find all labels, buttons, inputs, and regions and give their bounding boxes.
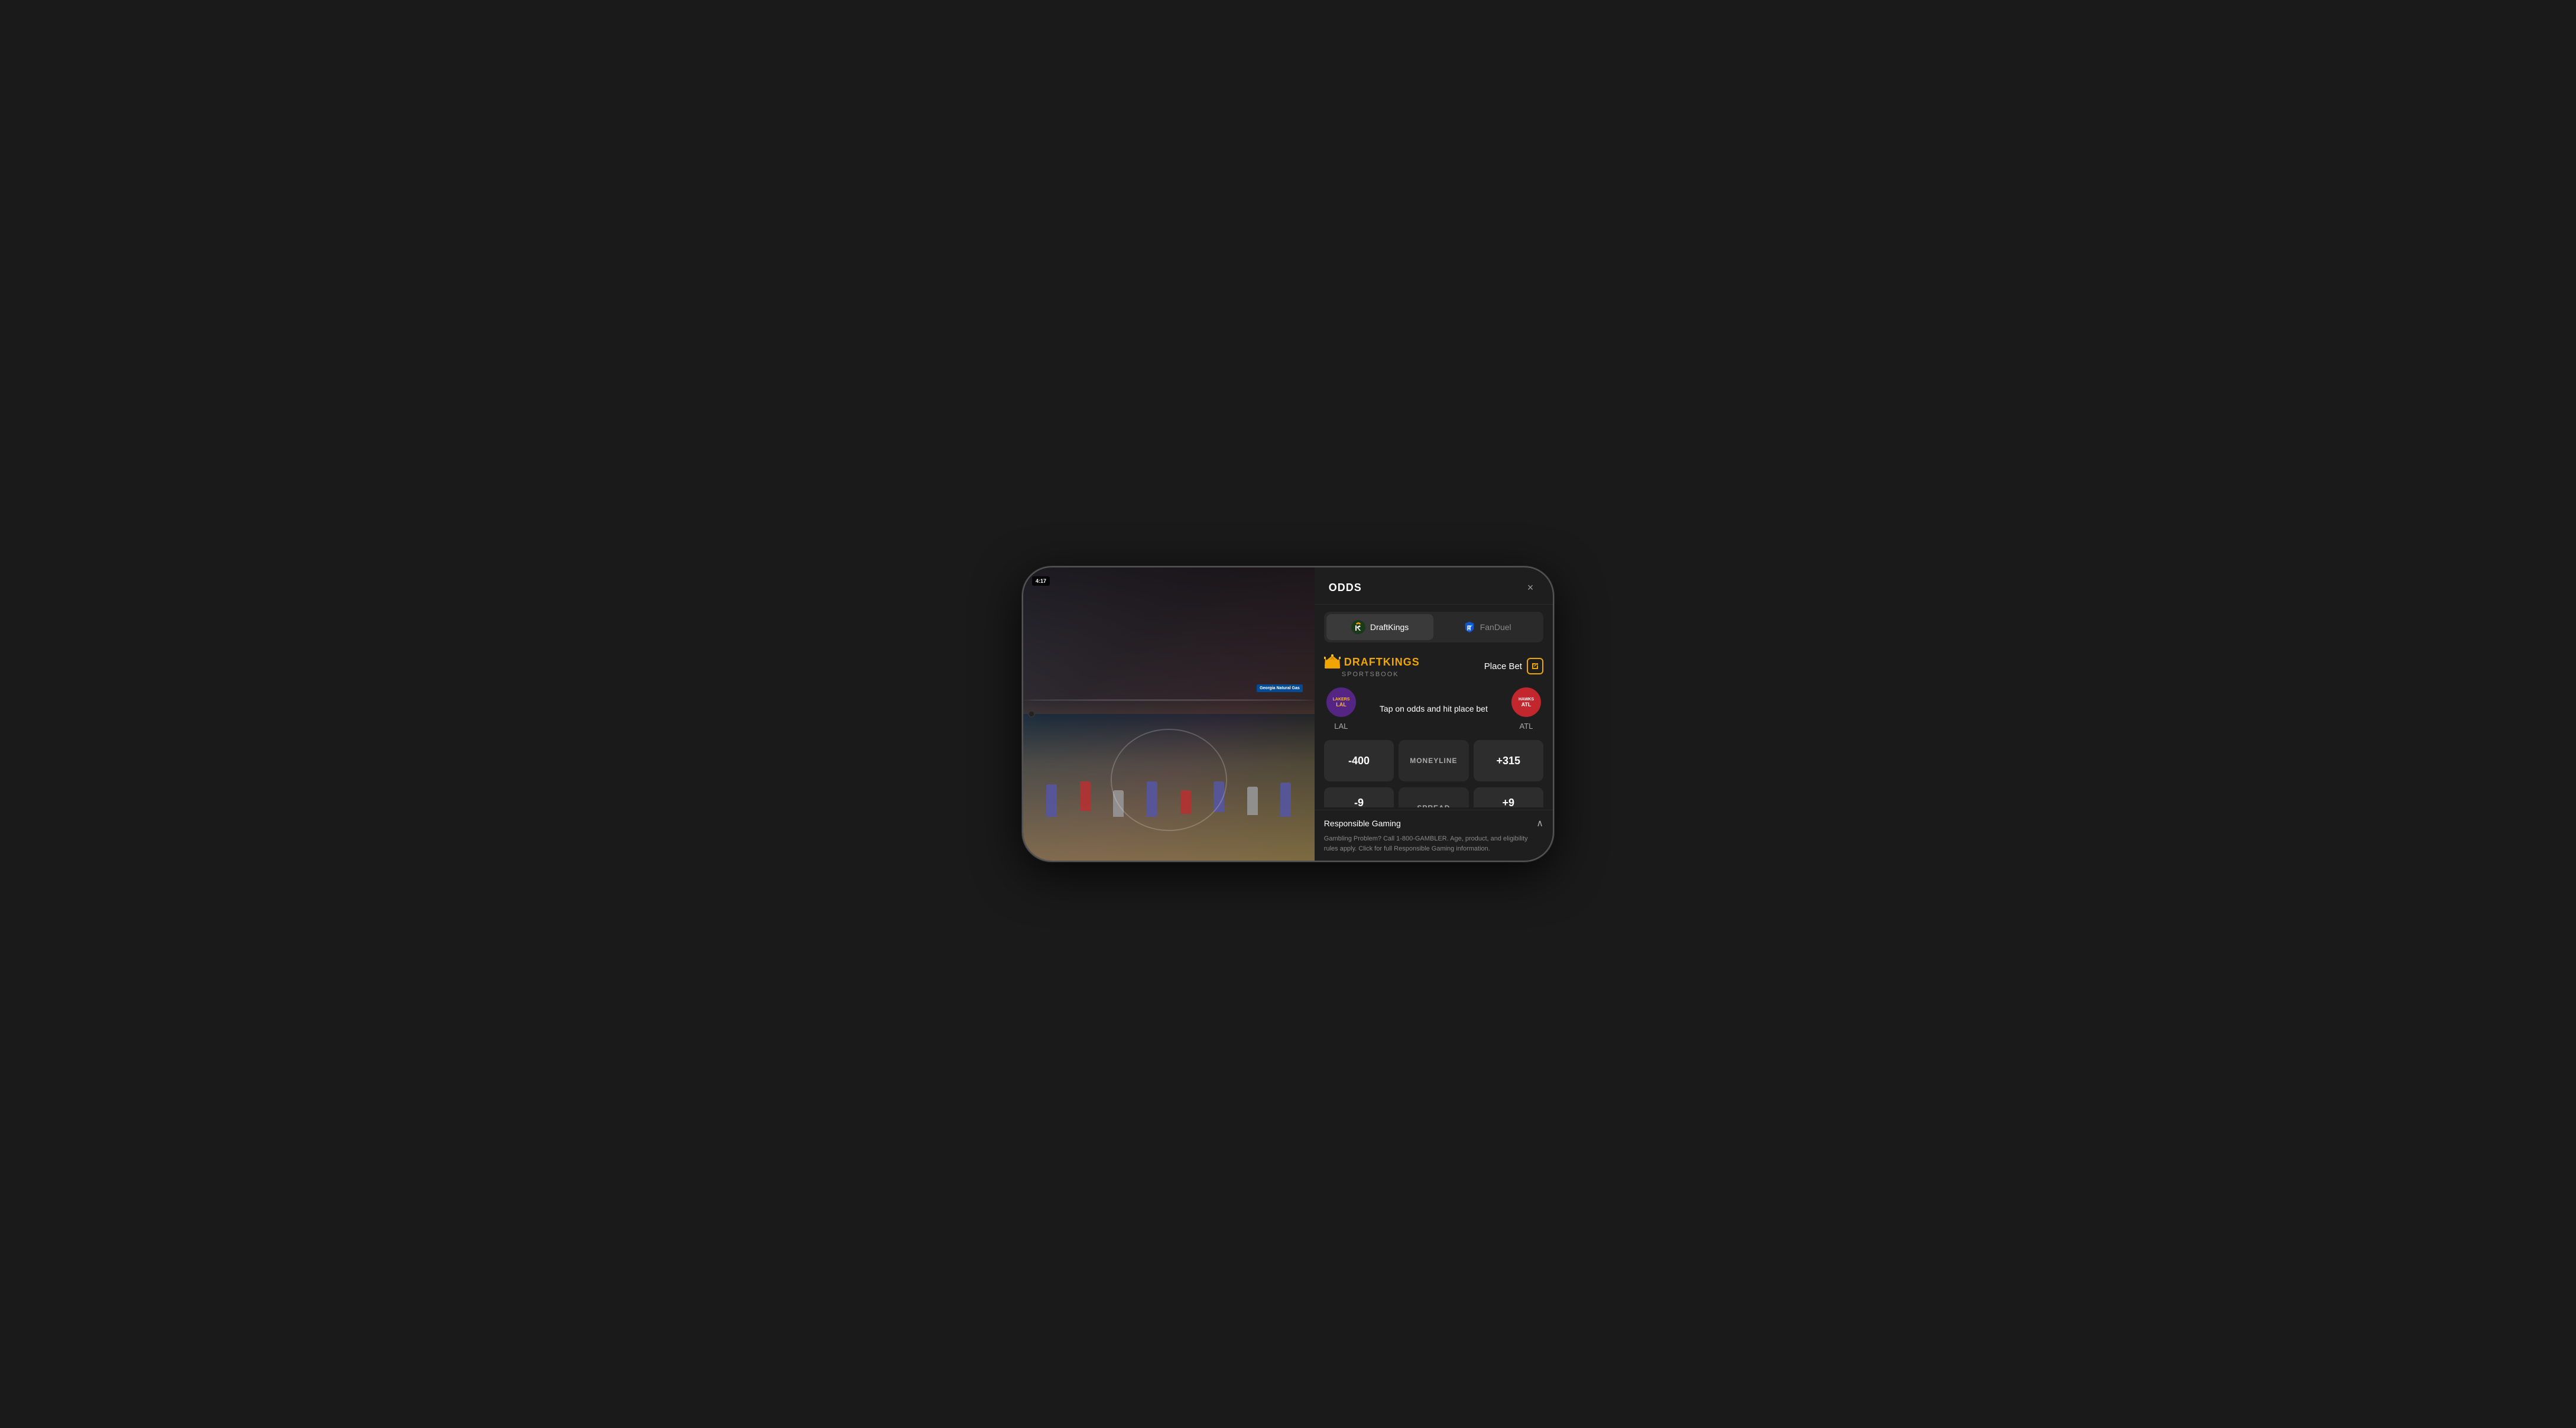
- odds-header: ODDS ×: [1315, 567, 1553, 605]
- spread-label-cell: SPREAD: [1399, 787, 1468, 807]
- responsible-gaming-title: Responsible Gaming: [1324, 819, 1401, 828]
- team-lal: LAKERS LAL LAL: [1326, 687, 1356, 731]
- svg-text:LAKERS: LAKERS: [1332, 697, 1349, 702]
- spread-away-odds: +9: [1503, 797, 1515, 808]
- chevron-up-icon: ∧: [1536, 817, 1543, 829]
- match-row: LAKERS LAL LAL Tap on odds and hit place…: [1324, 687, 1543, 731]
- odds-panel: ODDS × DraftKings: [1315, 567, 1553, 861]
- video-panel: 4:17 Georgia Natural Gas: [1023, 567, 1315, 861]
- fanduel-tab-label: FanDuel: [1480, 622, 1511, 632]
- dk-crown-icon: [1324, 654, 1341, 670]
- spread-label: SPREAD: [1417, 804, 1450, 807]
- place-bet-label: Place Bet: [1484, 661, 1522, 671]
- moneyline-home-cell[interactable]: -400: [1324, 740, 1394, 781]
- player-lakers-1: [1046, 784, 1057, 817]
- dk-sportsbook-logo: DRAFTKINGS SPORTSBOOK: [1324, 654, 1420, 678]
- odds-content: DRAFTKINGS SPORTSBOOK Place Bet: [1315, 650, 1553, 807]
- responsible-gaming-header[interactable]: Responsible Gaming ∧: [1324, 817, 1543, 829]
- moneyline-home-odds: -400: [1348, 755, 1370, 767]
- place-bet-button[interactable]: Place Bet: [1484, 658, 1543, 674]
- draftkings-logo-icon: [1351, 620, 1365, 634]
- close-button[interactable]: ×: [1522, 579, 1539, 596]
- moneyline-label: MONEYLINE: [1410, 757, 1457, 765]
- dk-sportsbook-header: DRAFTKINGS SPORTSBOOK Place Bet: [1324, 654, 1543, 678]
- tap-instruction-text: Tap on odds and hit place bet: [1380, 704, 1488, 713]
- moneyline-row: -400 MONEYLINE +315: [1324, 740, 1543, 781]
- fanduel-logo-icon: [1464, 621, 1475, 633]
- tab-draftkings[interactable]: DraftKings: [1326, 614, 1434, 640]
- atl-logo-circle: HAWKS ATL: [1511, 687, 1541, 717]
- atl-abbr: ATL: [1520, 722, 1533, 731]
- svg-text:HAWKS: HAWKS: [1519, 697, 1534, 702]
- tab-fanduel[interactable]: FanDuel: [1433, 614, 1541, 640]
- lal-abbr: LAL: [1334, 722, 1348, 731]
- responsible-gaming-section: Responsible Gaming ∧ Gambling Problem? C…: [1315, 810, 1553, 861]
- dk-logo-top: DRAFTKINGS: [1324, 654, 1420, 670]
- responsible-gaming-text: Gambling Problem? Call 1-800-GAMBLER. Ag…: [1324, 834, 1543, 853]
- sportsbook-selector: DraftKings FanDuel: [1324, 612, 1543, 642]
- video-content: 4:17 Georgia Natural Gas: [1023, 567, 1315, 861]
- draftkings-tab-label: DraftKings: [1370, 622, 1409, 632]
- external-link-icon: [1527, 658, 1543, 674]
- player-lakers-4: [1280, 783, 1291, 817]
- dk-brand-name: DRAFTKINGS: [1344, 656, 1420, 668]
- spread-away-cell[interactable]: +9 -112: [1474, 787, 1543, 807]
- spread-row: -9 -108 SPREAD +9 -112: [1324, 787, 1543, 807]
- moneyline-away-odds: +315: [1497, 755, 1521, 767]
- moneyline-away-cell[interactable]: +315: [1474, 740, 1543, 781]
- match-instruction: Tap on odds and hit place bet: [1356, 703, 1511, 715]
- camera-notch: [1028, 710, 1035, 718]
- score-bug: 4:17: [1032, 576, 1050, 586]
- svg-text:ATL: ATL: [1521, 702, 1532, 707]
- odds-title: ODDS: [1329, 582, 1362, 594]
- player-ref-2: [1247, 787, 1258, 815]
- svg-text:LAL: LAL: [1336, 702, 1347, 707]
- moneyline-label-cell: MONEYLINE: [1399, 740, 1468, 781]
- player-hawks-1: [1080, 781, 1091, 811]
- dk-brand-subtitle: SPORTSBOOK: [1342, 671, 1420, 678]
- phone-device: 4:17 Georgia Natural Gas: [1022, 566, 1554, 862]
- team-atl: HAWKS ATL ATL: [1511, 687, 1541, 731]
- sponsor-overlay: Georgia Natural Gas: [1257, 684, 1303, 692]
- lal-logo-circle: LAKERS LAL: [1326, 687, 1356, 717]
- spread-home-cell[interactable]: -9 -108: [1324, 787, 1394, 807]
- court-circle: [1111, 729, 1227, 832]
- spread-home-odds: -9: [1354, 797, 1364, 808]
